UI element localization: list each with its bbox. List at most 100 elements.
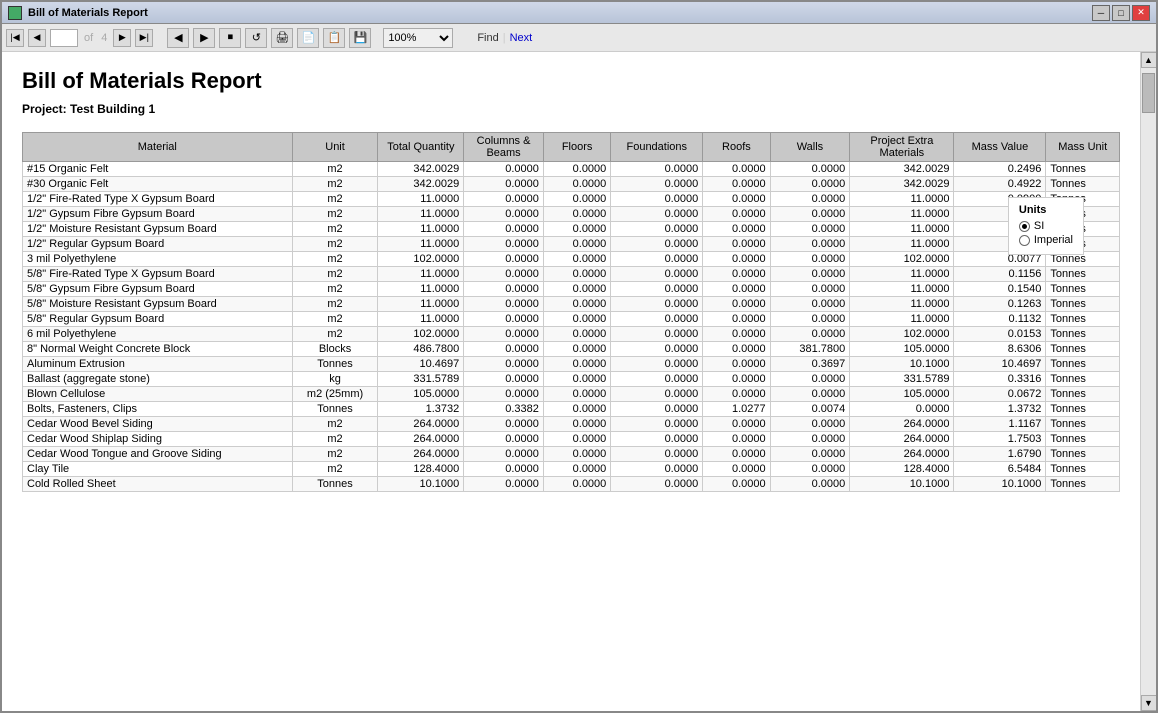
cell-mass-unit: Tonnes [1046, 177, 1120, 192]
cell-cb: 0.0000 [464, 432, 544, 447]
cell-cb: 0.3382 [464, 402, 544, 417]
cell-walls: 0.0000 [770, 372, 850, 387]
page-setup-button[interactable]: 📋 [323, 28, 345, 48]
cell-mass-unit: Tonnes [1046, 327, 1120, 342]
cell-roofs: 0.0000 [703, 312, 770, 327]
next-page-button[interactable]: ▶ [113, 29, 131, 47]
cell-cb: 0.0000 [464, 267, 544, 282]
cell-pem: 10.1000 [850, 477, 954, 492]
cell-foundations: 0.0000 [611, 372, 703, 387]
cell-material: 8" Normal Weight Concrete Block [23, 342, 293, 357]
cell-floors: 0.0000 [543, 432, 610, 447]
cell-floors: 0.0000 [543, 327, 610, 342]
imperial-radio[interactable] [1019, 235, 1030, 246]
table-row: Blown Cellulose m2 (25mm) 105.0000 0.000… [23, 387, 1120, 402]
cell-walls: 0.0000 [770, 417, 850, 432]
cell-floors: 0.0000 [543, 162, 610, 177]
cell-material: 5/8" Fire-Rated Type X Gypsum Board [23, 267, 293, 282]
cell-material: Cedar Wood Tongue and Groove Siding [23, 447, 293, 462]
header-mass-value: Mass Value [954, 133, 1046, 162]
last-page-button[interactable]: ▶| [135, 29, 153, 47]
cell-walls: 0.0000 [770, 312, 850, 327]
cell-cb: 0.0000 [464, 177, 544, 192]
scroll-thumb[interactable] [1142, 73, 1155, 113]
cell-unit: m2 [292, 192, 378, 207]
forward-button[interactable]: ▶ [193, 28, 215, 48]
cell-qty: 331.5789 [378, 372, 464, 387]
cell-qty: 11.0000 [378, 222, 464, 237]
cell-pem: 11.0000 [850, 282, 954, 297]
cell-unit: m2 [292, 462, 378, 477]
cell-floors: 0.0000 [543, 267, 610, 282]
cell-mass-value: 0.0153 [954, 327, 1046, 342]
cell-floors: 0.0000 [543, 447, 610, 462]
cell-foundations: 0.0000 [611, 342, 703, 357]
page-number-input[interactable]: 1 [50, 29, 78, 47]
cell-material: 1/2" Moisture Resistant Gypsum Board [23, 222, 293, 237]
cell-qty: 10.1000 [378, 477, 464, 492]
cell-foundations: 0.0000 [611, 387, 703, 402]
cell-qty: 486.7800 [378, 342, 464, 357]
cell-qty: 128.4000 [378, 462, 464, 477]
cell-walls: 0.0000 [770, 177, 850, 192]
scroll-up-button[interactable]: ▲ [1141, 52, 1157, 68]
print-button[interactable]: 🖨 [271, 28, 293, 48]
imperial-radio-row[interactable]: Imperial [1019, 234, 1073, 246]
cell-walls: 0.0000 [770, 222, 850, 237]
si-radio-row[interactable]: SI [1019, 220, 1073, 232]
prev-page-button[interactable]: ◀ [28, 29, 46, 47]
refresh-button[interactable]: ↺ [245, 28, 267, 48]
cell-floors: 0.0000 [543, 222, 610, 237]
first-page-button[interactable]: |◀ [6, 29, 24, 47]
cell-mass-unit: Tonnes [1046, 282, 1120, 297]
cell-floors: 0.0000 [543, 177, 610, 192]
zoom-select[interactable]: 100% [383, 28, 453, 48]
cell-foundations: 0.0000 [611, 477, 703, 492]
cell-unit: m2 [292, 222, 378, 237]
back-button[interactable]: ◀ [167, 28, 189, 48]
cell-mass-value: 0.1156 [954, 267, 1046, 282]
export-button[interactable]: 💾 [349, 28, 371, 48]
cell-material: 1/2" Fire-Rated Type X Gypsum Board [23, 192, 293, 207]
cell-mass-unit: Tonnes [1046, 312, 1120, 327]
stop-button[interactable]: ⏹ [219, 28, 241, 48]
header-mass-unit: Mass Unit [1046, 133, 1120, 162]
cell-floors: 0.0000 [543, 282, 610, 297]
next-label[interactable]: Next [510, 32, 533, 44]
cell-material: #15 Organic Felt [23, 162, 293, 177]
cell-foundations: 0.0000 [611, 417, 703, 432]
scroll-down-button[interactable]: ▼ [1141, 695, 1157, 711]
minimize-button[interactable]: ─ [1092, 5, 1110, 21]
table-row: 1/2" Gypsum Fibre Gypsum Board m2 11.000… [23, 207, 1120, 222]
cell-qty: 11.0000 [378, 237, 464, 252]
header-foundations: Foundations [611, 133, 703, 162]
cell-unit: m2 [292, 447, 378, 462]
cell-mass-unit: Tonnes [1046, 402, 1120, 417]
si-radio[interactable] [1019, 221, 1030, 232]
cell-walls: 0.0000 [770, 237, 850, 252]
table-row: 8" Normal Weight Concrete Block Blocks 4… [23, 342, 1120, 357]
cell-pem: 11.0000 [850, 192, 954, 207]
close-button[interactable]: ✕ [1132, 5, 1150, 21]
cell-mass-value: 0.0672 [954, 387, 1046, 402]
cell-qty: 11.0000 [378, 192, 464, 207]
cell-floors: 0.0000 [543, 192, 610, 207]
cell-unit: Tonnes [292, 357, 378, 372]
cell-material: 1/2" Gypsum Fibre Gypsum Board [23, 207, 293, 222]
cell-walls: 381.7800 [770, 342, 850, 357]
maximize-button[interactable]: □ [1112, 5, 1130, 21]
cell-qty: 1.3732 [378, 402, 464, 417]
cell-cb: 0.0000 [464, 342, 544, 357]
cell-roofs: 0.0000 [703, 342, 770, 357]
cell-mass-value: 10.1000 [954, 477, 1046, 492]
cell-roofs: 0.0000 [703, 222, 770, 237]
scroll-track[interactable] [1141, 68, 1156, 695]
cell-pem: 342.0029 [850, 162, 954, 177]
si-label: SI [1034, 220, 1044, 232]
cell-qty: 342.0029 [378, 177, 464, 192]
cell-cb: 0.0000 [464, 357, 544, 372]
cell-walls: 0.3697 [770, 357, 850, 372]
cell-qty: 11.0000 [378, 282, 464, 297]
cell-unit: m2 [292, 432, 378, 447]
print-options-button[interactable]: 📄 [297, 28, 319, 48]
